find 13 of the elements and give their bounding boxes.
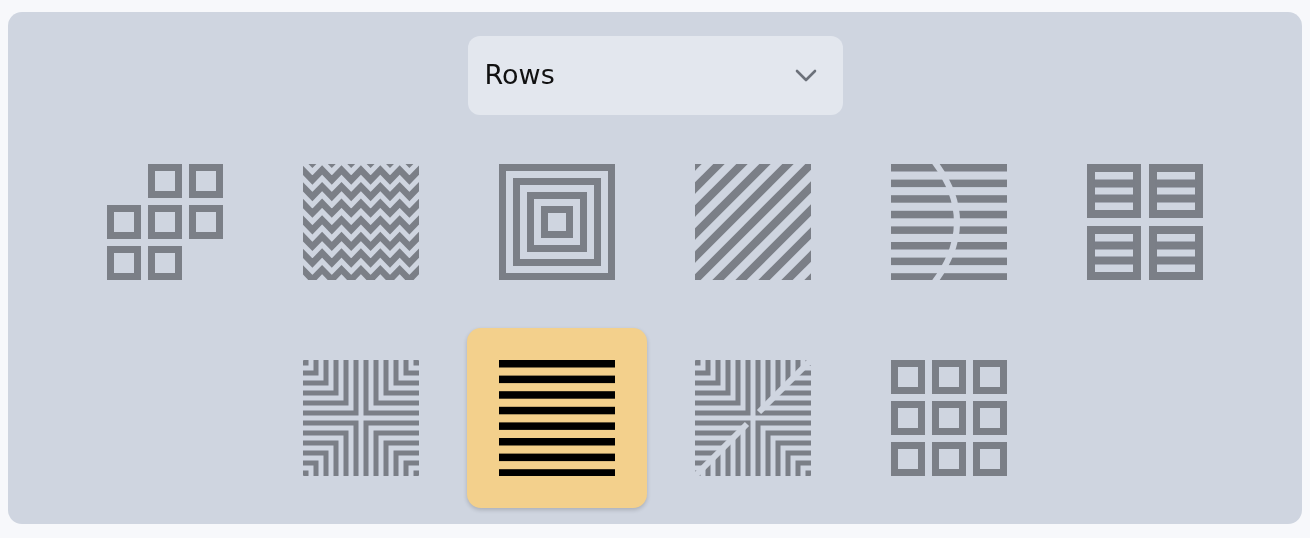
corners-pattern-icon xyxy=(303,360,419,476)
concentric-pattern-icon xyxy=(499,164,615,280)
zigzag-pattern-icon xyxy=(303,164,419,280)
quad-rows-pattern-icon xyxy=(1087,164,1203,280)
pattern-dropdown[interactable]: Rows xyxy=(467,36,843,115)
grid-pattern-icon xyxy=(891,360,1007,476)
blocks-pattern-icon xyxy=(107,164,223,280)
corners-diagonal-pattern-icon xyxy=(695,360,811,476)
diagonal-pattern-icon xyxy=(695,164,811,280)
split-rows-pattern-icon xyxy=(891,164,1007,280)
pattern-tile[interactable] xyxy=(467,328,647,508)
rows-pattern-icon xyxy=(499,360,615,476)
chevron-down-icon xyxy=(794,68,817,83)
